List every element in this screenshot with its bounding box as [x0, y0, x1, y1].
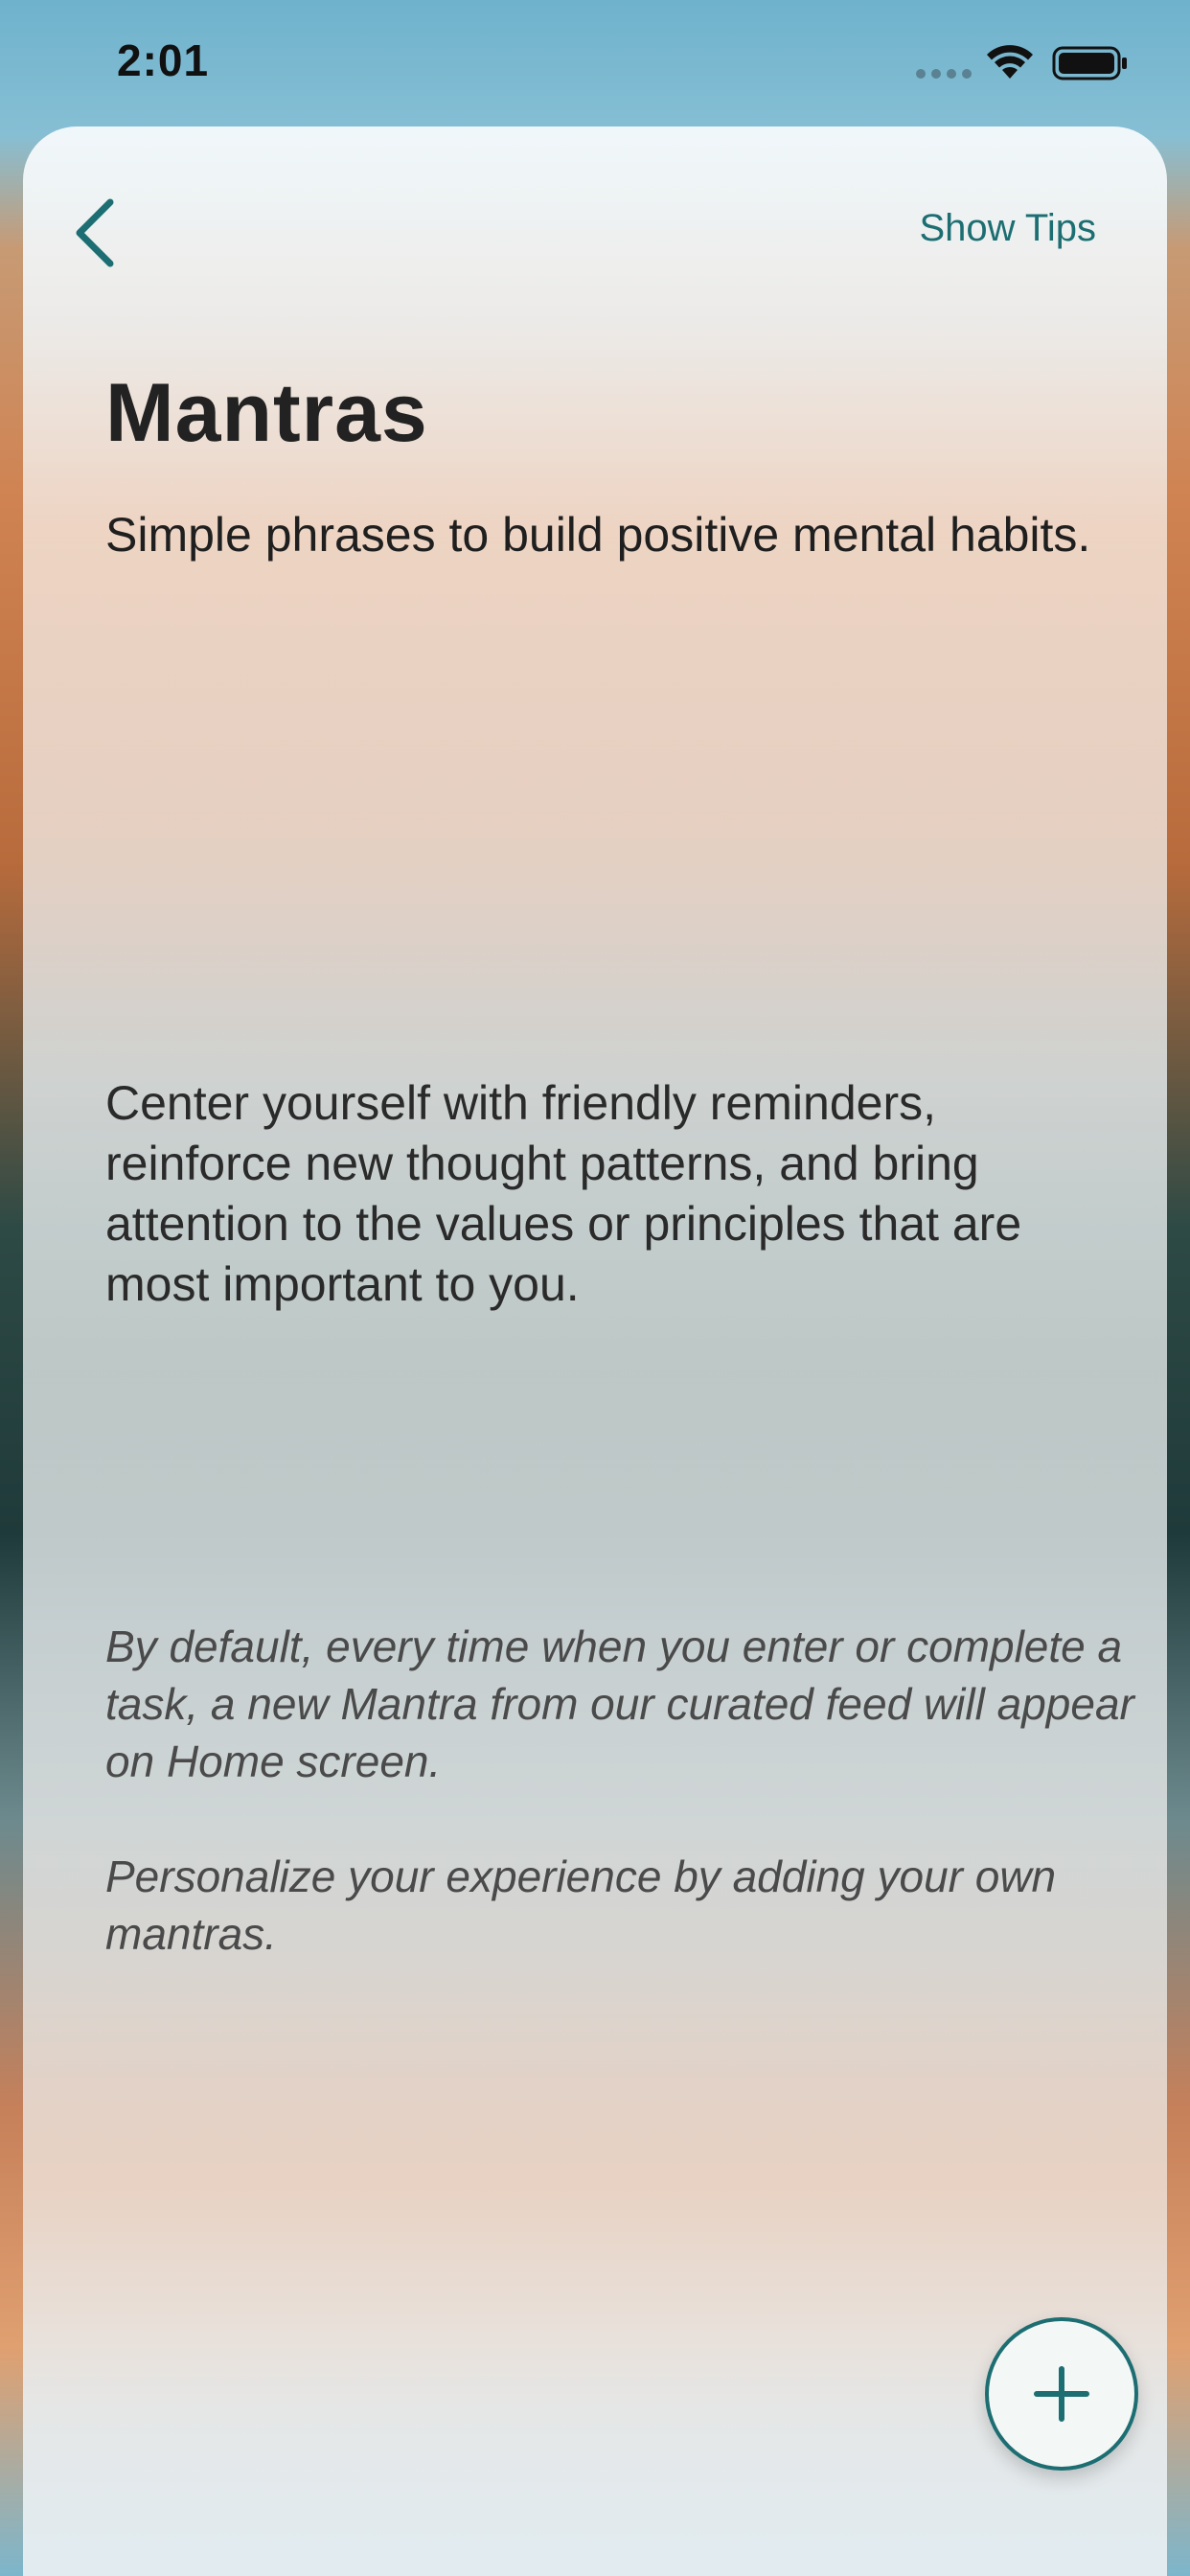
page-subtitle: Simple phrases to build positive mental …	[105, 508, 1091, 562]
page-title: Mantras	[105, 367, 428, 459]
back-button[interactable]	[61, 190, 128, 276]
wifi-icon	[987, 45, 1033, 79]
content-card: Show Tips Mantras Simple phrases to buil…	[23, 126, 1167, 2576]
add-mantra-button[interactable]	[985, 2317, 1138, 2471]
personalize-note: Personalize your experience by adding yo…	[105, 1852, 1057, 1959]
battery-icon	[1052, 46, 1127, 80]
show-tips-button[interactable]: Show Tips	[919, 207, 1096, 250]
signal-icon	[916, 69, 972, 79]
status-bar: 2:01	[0, 0, 1190, 126]
chevron-left-icon	[76, 198, 114, 267]
screen: 2:01 Show Tips Mantras Simple phrases to…	[0, 0, 1190, 2576]
plus-icon	[1034, 2366, 1089, 2422]
mantras-description: Center yourself with friendly reminders,…	[105, 1076, 1022, 1311]
status-time: 2:01	[117, 35, 210, 85]
default-mantra-note: By default, every time when you enter or…	[105, 1622, 1134, 1786]
